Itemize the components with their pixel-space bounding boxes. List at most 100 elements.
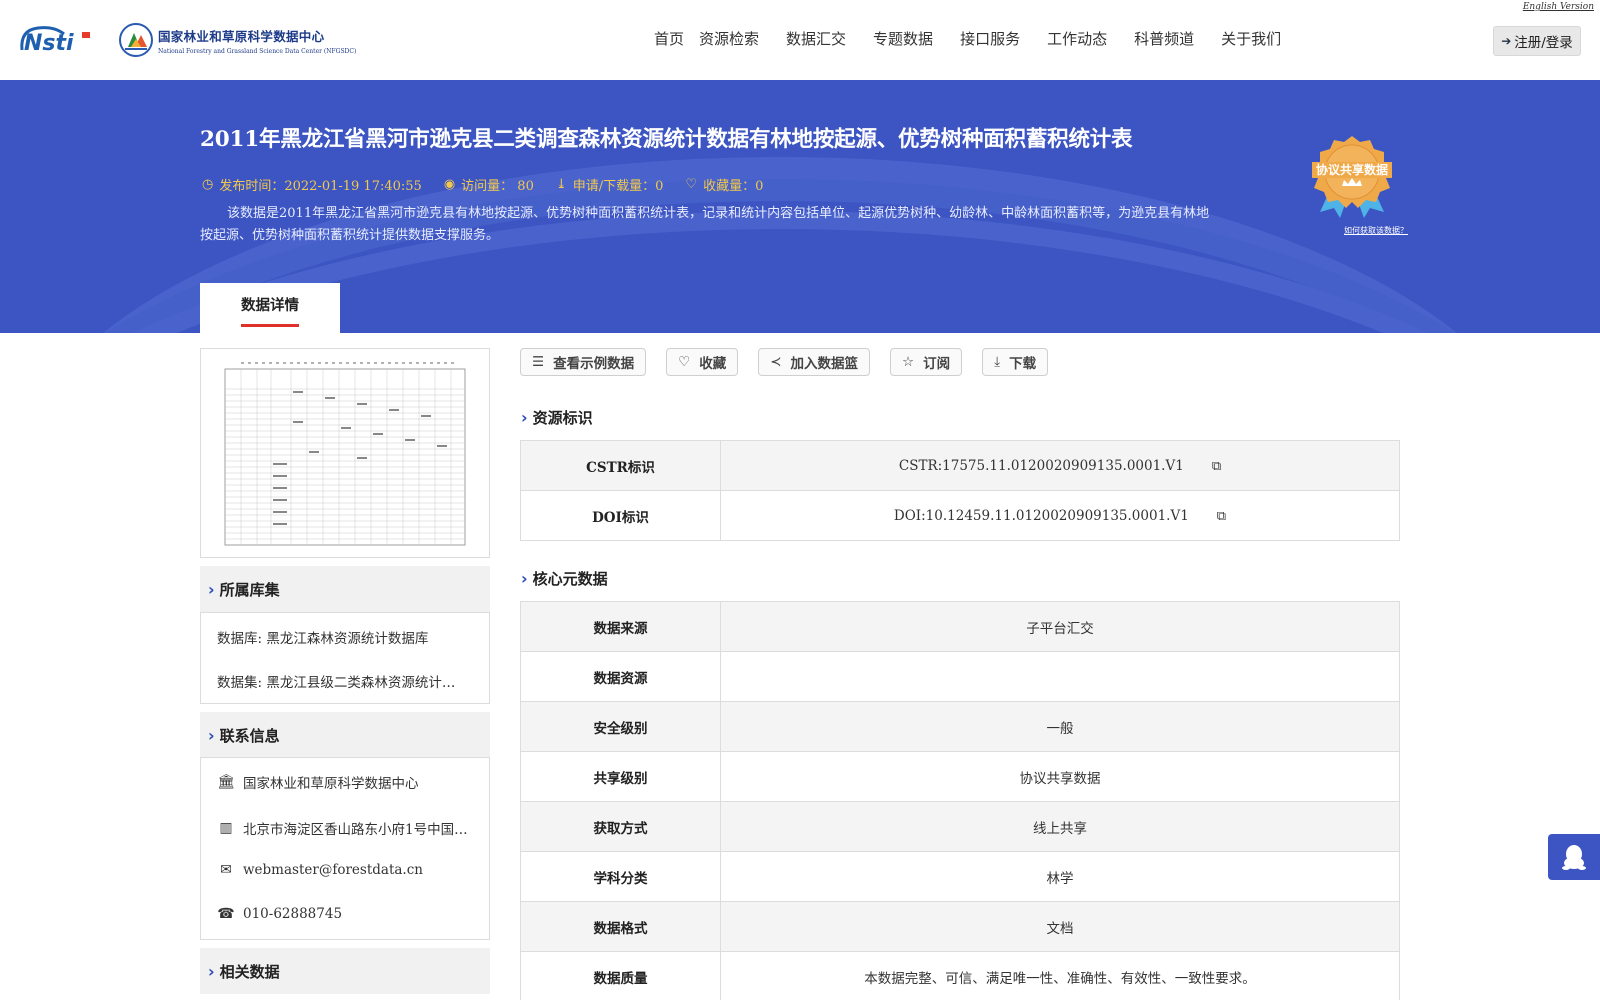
meta-key: 共享级别 (520, 751, 721, 802)
sign-in-icon: ➔ (1501, 34, 1512, 48)
meta-value: 线上共享 (720, 801, 1400, 852)
nav-resource-search[interactable]: 资源检索 (699, 28, 759, 49)
nfgsdc-logo[interactable]: 国家林业和草原科学数据中心 National Forestry and Gras… (118, 20, 356, 60)
center-emblem-icon (119, 23, 153, 57)
collection-section-header: › 所属库集 (200, 566, 490, 612)
data-preview-thumbnail[interactable] (200, 348, 490, 558)
cstr-cell: CSTR:17575.11.0120020909135.0001.V1 ⧉ (720, 440, 1400, 491)
nav-api-service[interactable]: 接口服务 (960, 28, 1020, 49)
favorite-label: 收藏 (699, 356, 727, 372)
table-row: 数据质量 本数据完整、可信、满足唯一性、准确性、有效性、一致性要求。 (520, 951, 1400, 1000)
download-icon: ⤓ (994, 354, 1001, 370)
cstr-key: CSTR标识 (520, 440, 721, 491)
meta-value: 协议共享数据 (720, 751, 1400, 802)
contact-section-header: › 联系信息 (200, 712, 490, 758)
visit-count: 访问量： 80 (461, 179, 534, 194)
nav-data-submission[interactable]: 数据汇交 (786, 28, 846, 49)
view-sample-label: 查看示例数据 (553, 356, 635, 372)
how-to-get-data-link[interactable]: 如何获取该数据？ (1344, 225, 1408, 236)
contact-email[interactable]: webmaster@forestdata.cn (243, 862, 423, 878)
heart-icon: ♡ (685, 177, 698, 192)
meta-value: 林学 (720, 851, 1400, 902)
favorite-button[interactable]: ♡ 收藏 (666, 348, 739, 376)
institution-icon: 🏛 (217, 774, 235, 790)
meta-value: 本数据完整、可信、满足唯一性、准确性、有效性、一致性要求。 (720, 951, 1400, 1000)
nav-topic-data[interactable]: 专题数据 (873, 28, 933, 49)
chevron-right-icon: › (521, 569, 528, 588)
nsti-logo[interactable]: Nsti (18, 20, 98, 56)
share-icon: ≺ (770, 354, 782, 370)
resource-id-heading: 资源标识 (532, 409, 593, 427)
copy-icon[interactable]: ⧉ (1217, 509, 1226, 524)
chevron-right-icon: › (208, 725, 215, 745)
meta-key: 数据格式 (520, 901, 721, 952)
star-icon: ☆ (902, 354, 915, 370)
contact-org: 国家林业和草原科学数据中心 (243, 776, 419, 792)
related-section-header: › 相关数据 (200, 948, 490, 994)
tab-data-details-label: 数据详情 (241, 297, 299, 314)
subscribe-button[interactable]: ☆ 订阅 (890, 348, 963, 376)
core-meta-heading: 核心元数据 (532, 570, 608, 588)
main-nav: 首页 资源检索 数据汇交 专题数据 接口服务 工作动态 科普频道 关于我们 (654, 28, 1281, 49)
nav-home[interactable]: 首页 (654, 28, 684, 49)
chevron-right-icon: › (208, 579, 215, 599)
add-to-basket-button[interactable]: ≺ 加入数据篮 (758, 348, 871, 376)
resource-id-section-header: › 资源标识 (521, 407, 593, 428)
tab-data-details[interactable]: 数据详情 (200, 283, 340, 333)
meta-key: 安全级别 (520, 701, 721, 752)
english-version-link[interactable]: English Version (1523, 2, 1594, 12)
meta-value: 一般 (720, 701, 1400, 752)
download-count: 申请/下载量：0 (572, 179, 664, 194)
nav-science-channel[interactable]: 科普频道 (1134, 28, 1194, 49)
table-row: 学科分类 林学 (520, 851, 1400, 902)
doi-key: DOI标识 (520, 490, 721, 541)
dataset-stats: ◷ 发布时间：2022-01-19 17:40:55 ◉ 访问量： 80 ⤓ 申请/下… (202, 175, 785, 194)
view-sample-button[interactable]: ☰ 查看示例数据 (520, 348, 647, 376)
doi-value: DOI:10.12459.11.0120020909135.0001.V1 (893, 507, 1189, 524)
tab-active-indicator (241, 323, 299, 327)
database-link[interactable]: 数据库: 黑龙江森林资源统计数据库 (217, 627, 477, 647)
meta-key: 学科分类 (520, 851, 721, 902)
center-name-en: National Forestry and Grassland Science … (158, 47, 357, 55)
dataset-banner: 2011年黑龙江省黑河市逊克县二类调查森林资源统计数据有林地按起源、优势树种面积… (0, 80, 1600, 333)
publish-time: 发布时间：2022-01-19 17:40:55 (219, 179, 422, 194)
login-label: 注册/登录 (1514, 35, 1573, 51)
meta-key: 数据来源 (520, 601, 721, 652)
spreadsheet-preview-image (224, 362, 466, 546)
core-meta-section-header: › 核心元数据 (521, 568, 608, 589)
login-button[interactable]: ➔ 注册/登录 (1493, 26, 1581, 56)
action-toolbar: ☰ 查看示例数据 ♡ 收藏 ≺ 加入数据篮 ☆ 订阅 ⤓ 下载 (520, 348, 1068, 376)
dataset-link[interactable]: 数据集: 黑龙江县级二类森林资源统计… (217, 671, 477, 691)
table-row: 数据格式 文档 (520, 901, 1400, 952)
badge-label: 协议共享数据 (1316, 162, 1388, 177)
core-meta-table: 数据来源 子平台汇交 数据资源 安全级别 一般 共享级别 协议共享数据 获取方式 线上共… (520, 601, 1400, 1000)
dataset-description: 该数据是2011年黑龙江省黑河市逊克县有林地按起源、优势树种面积蓄积统计表，记录… (200, 206, 1210, 243)
database-icon: ☰ (532, 354, 545, 370)
favorite-count: 收藏量：0 (703, 179, 764, 194)
center-name-cn: 国家林业和草原科学数据中心 (158, 28, 325, 44)
contact-phone: 010-62888745 (243, 906, 343, 922)
table-row: 数据资源 (520, 651, 1400, 702)
download-button[interactable]: ⤓ 下载 (982, 348, 1049, 376)
meta-value: 子平台汇交 (720, 601, 1400, 652)
dataset-title: 2011年黑龙江省黑河市逊克县二类调查森林资源统计数据有林地按起源、优势树种面积… (200, 127, 1133, 152)
table-row: 数据来源 子平台汇交 (520, 601, 1400, 652)
add-to-basket-label: 加入数据篮 (790, 356, 859, 372)
download-label: 下载 (1009, 356, 1037, 372)
doi-cell: DOI:10.12459.11.0120020909135.0001.V1 ⧉ (720, 490, 1400, 541)
collection-heading: 所属库集 (219, 580, 280, 599)
copy-icon[interactable]: ⧉ (1212, 459, 1221, 474)
svg-text:Nsti: Nsti (24, 31, 74, 56)
cstr-value: CSTR:17575.11.0120020909135.0001.V1 (898, 457, 1184, 474)
contact-box: 🏛 国家林业和草原科学数据中心 ▥ 北京市海淀区香山路东小府1号中国… ✉ webma… (200, 757, 490, 940)
nav-about-us[interactable]: 关于我们 (1221, 28, 1281, 49)
meta-value (720, 651, 1400, 702)
meta-value: 文档 (720, 901, 1400, 952)
download-icon: ⤓ (555, 177, 567, 192)
qq-chat-button[interactable] (1548, 834, 1600, 880)
table-row: 安全级别 一般 (520, 701, 1400, 752)
envelope-icon: ✉ (220, 862, 232, 878)
contact-heading: 联系信息 (219, 726, 280, 745)
qq-penguin-icon (1562, 845, 1586, 870)
nav-work-news[interactable]: 工作动态 (1047, 28, 1107, 49)
